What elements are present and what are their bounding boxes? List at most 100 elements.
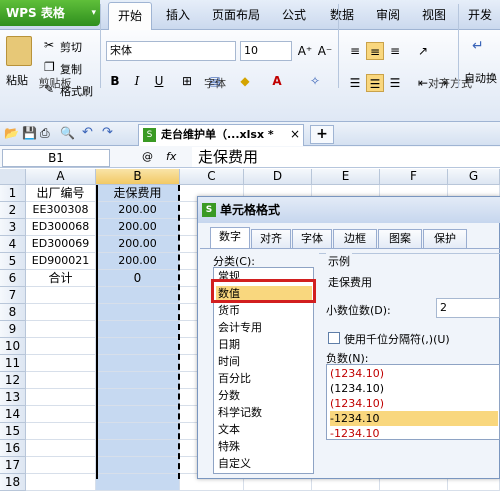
- cell[interactable]: [96, 440, 180, 457]
- underline-button[interactable]: U: [150, 72, 168, 90]
- cell[interactable]: ED300069: [26, 236, 96, 253]
- row-header[interactable]: 13: [0, 389, 26, 406]
- bold-button[interactable]: B: [106, 72, 124, 90]
- tab-formulas[interactable]: 公式: [274, 2, 314, 28]
- category-item[interactable]: 时间: [216, 354, 312, 370]
- negative-format-option[interactable]: -1234.10: [330, 426, 500, 441]
- document-tab[interactable]: 走台维护单（...xlsx *: [138, 124, 304, 146]
- cell[interactable]: [96, 338, 180, 355]
- category-item[interactable]: 分数: [216, 388, 312, 404]
- cell[interactable]: [96, 406, 180, 423]
- row-header[interactable]: 5: [0, 253, 26, 270]
- add-tab-button[interactable]: +: [310, 125, 334, 144]
- row-header[interactable]: 14: [0, 406, 26, 423]
- cell[interactable]: [96, 389, 180, 406]
- cell[interactable]: [26, 406, 96, 423]
- cell[interactable]: 200.00: [96, 202, 180, 219]
- align-center-icon[interactable]: ☰: [366, 74, 384, 92]
- negative-numbers-list[interactable]: (1234.10) (1234.10) (1234.10) -1234.10 -1234…: [326, 364, 500, 440]
- cell[interactable]: [26, 321, 96, 338]
- font-size-select[interactable]: 10: [240, 41, 292, 61]
- column-header-c[interactable]: C: [180, 169, 244, 185]
- print-preview-icon[interactable]: 🔍: [60, 126, 75, 140]
- row-header[interactable]: 16: [0, 440, 26, 457]
- cell[interactable]: ED300068: [26, 219, 96, 236]
- column-header-f[interactable]: F: [380, 169, 448, 185]
- cell[interactable]: [26, 372, 96, 389]
- align-left-icon[interactable]: ☰: [346, 74, 364, 92]
- row-header[interactable]: 6: [0, 270, 26, 287]
- clear-format-icon[interactable]: ✧: [306, 72, 324, 90]
- align-right-icon[interactable]: ☰: [386, 74, 404, 92]
- undo-icon[interactable]: ↶: [82, 125, 93, 140]
- cell[interactable]: [96, 372, 180, 389]
- print-icon[interactable]: ⎙: [40, 126, 50, 141]
- cell[interactable]: [26, 355, 96, 372]
- cell[interactable]: 出厂编号: [26, 185, 96, 202]
- cell[interactable]: [26, 287, 96, 304]
- category-item[interactable]: 特殊: [216, 439, 312, 455]
- tab-page-layout[interactable]: 页面布局: [204, 2, 268, 28]
- dialog-tab-font[interactable]: 字体: [292, 229, 332, 248]
- negative-format-option[interactable]: (1234.10): [330, 366, 500, 381]
- cell[interactable]: 200.00: [96, 236, 180, 253]
- cell[interactable]: [96, 304, 180, 321]
- row-header[interactable]: 1: [0, 185, 26, 202]
- row-header[interactable]: 2: [0, 202, 26, 219]
- align-middle-icon[interactable]: ≡: [366, 42, 384, 60]
- negative-format-option[interactable]: (1234.10): [330, 381, 500, 396]
- category-item[interactable]: 会计专用: [216, 320, 312, 336]
- category-item[interactable]: 文本: [216, 422, 312, 438]
- row-header[interactable]: 10: [0, 338, 26, 355]
- orientation-icon[interactable]: ↗: [414, 42, 432, 60]
- fx-icon[interactable]: fx: [166, 150, 176, 163]
- tab-view[interactable]: 视图: [414, 2, 454, 28]
- negative-format-option[interactable]: (1234.10): [330, 396, 500, 411]
- row-header[interactable]: 8: [0, 304, 26, 321]
- column-header-a[interactable]: A: [26, 169, 96, 185]
- category-item[interactable]: 日期: [216, 337, 312, 353]
- cell[interactable]: 200.00: [96, 253, 180, 270]
- name-box[interactable]: B1: [2, 149, 110, 167]
- row-header[interactable]: 15: [0, 423, 26, 440]
- thousands-separator-checkbox[interactable]: [328, 332, 340, 344]
- save-icon[interactable]: 💾: [22, 126, 37, 140]
- cell[interactable]: 合计: [26, 270, 96, 287]
- dialog-tab-number[interactable]: 数字: [210, 227, 250, 248]
- category-item[interactable]: 百分比: [216, 371, 312, 387]
- dialog-tab-protection[interactable]: 保护: [423, 229, 467, 248]
- folder-icon[interactable]: 📂: [4, 126, 19, 140]
- tab-data[interactable]: 数据: [322, 2, 362, 28]
- shrink-font-button[interactable]: A⁻: [316, 42, 334, 60]
- cell[interactable]: [26, 440, 96, 457]
- cut-button[interactable]: 剪切: [60, 39, 82, 55]
- cell[interactable]: 200.00: [96, 219, 180, 236]
- cell[interactable]: [26, 423, 96, 440]
- row-header[interactable]: 9: [0, 321, 26, 338]
- row-header[interactable]: 7: [0, 287, 26, 304]
- dialog-tab-border[interactable]: 边框: [333, 229, 377, 248]
- decimal-places-input[interactable]: 2: [436, 298, 500, 318]
- tab-insert[interactable]: 插入: [158, 2, 198, 28]
- select-all-corner[interactable]: [0, 169, 26, 185]
- tab-developer[interactable]: 开发: [460, 2, 500, 28]
- column-header-g[interactable]: G: [448, 169, 500, 185]
- negative-format-option[interactable]: -1234.10: [330, 411, 498, 426]
- cell[interactable]: [96, 321, 180, 338]
- cell[interactable]: EE300308: [26, 202, 96, 219]
- cell[interactable]: ED900021: [26, 253, 96, 270]
- cell[interactable]: [26, 389, 96, 406]
- cell[interactable]: 走保费用: [96, 185, 180, 202]
- italic-button[interactable]: I: [128, 72, 146, 90]
- cell[interactable]: [96, 474, 180, 491]
- column-header-b[interactable]: B: [96, 169, 180, 185]
- font-name-select[interactable]: 宋体: [106, 41, 236, 61]
- zoom-icon[interactable]: @: [142, 150, 153, 163]
- row-header[interactable]: 3: [0, 219, 26, 236]
- formula-input[interactable]: 走保费用: [192, 147, 500, 167]
- cell[interactable]: [96, 457, 180, 474]
- align-top-icon[interactable]: ≡: [346, 42, 364, 60]
- cell[interactable]: [26, 474, 96, 491]
- app-menu-button[interactable]: WPS 表格 ▾: [0, 0, 100, 26]
- cell[interactable]: [26, 457, 96, 474]
